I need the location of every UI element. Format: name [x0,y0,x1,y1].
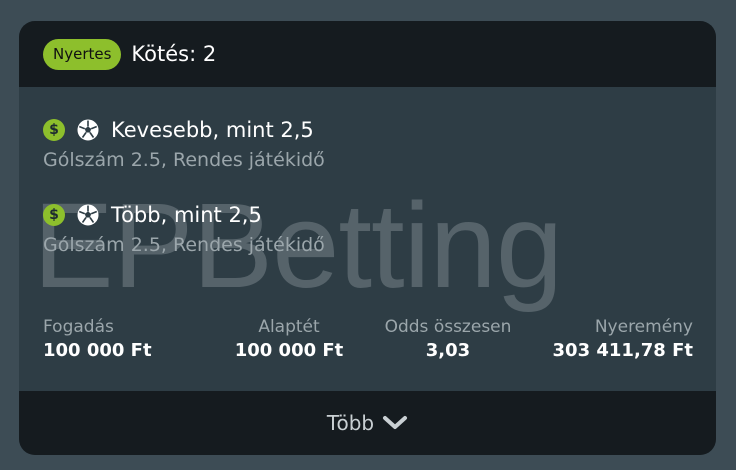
status-badge: Nyertes [43,38,122,70]
stake-column: Fogadás 100 000 Ft [43,316,152,364]
more-label: Több [326,411,375,435]
stake-value: 100 000 Ft [43,340,152,361]
total-odds-column: Odds összesen 3,03 [373,316,523,364]
selection-item: $ Több, mint 2,5 Gólszám 2.5, Rendes ját… [43,202,325,256]
card-header: Nyertes Kötés: 2 [19,21,716,87]
bet-count-title: Kötés: 2 [131,42,217,66]
selection-subtitle: Gólszám 2.5, Rendes játékidő [43,234,325,256]
winnings-value: 303 411,78 Ft [552,340,693,361]
bet-card: Nyertes Kötés: 2 EPBetting $ Kevesebb, m… [19,21,716,455]
base-stake-label: Alaptét [258,317,320,337]
winnings-column: Nyeremény 303 411,78 Ft [553,316,693,364]
selection-item: $ Kevesebb, mint 2,5 Gólszám 2.5, Rendes… [43,117,325,171]
winnings-label: Nyeremény [594,317,693,337]
dollar-icon: $ [43,119,65,141]
base-stake-column: Alaptét 100 000 Ft [229,316,349,364]
bet-content: EPBetting $ Kevesebb, mint 2,5 Gólszám 2… [19,87,716,391]
selection-title: Több, mint 2,5 [111,203,262,227]
bet-summary: Fogadás 100 000 Ft Alaptét 100 000 Ft Od… [43,316,693,376]
dollar-icon: $ [43,204,65,226]
selection-title: Kevesebb, mint 2,5 [111,118,314,142]
more-button[interactable]: Több [19,391,716,455]
total-odds-label: Odds összesen [384,317,512,337]
soccer-ball-icon [77,204,99,226]
chevron-down-icon [382,414,408,432]
soccer-ball-icon [77,119,99,141]
total-odds-value: 3,03 [425,340,471,361]
stake-label: Fogadás [43,317,114,337]
selection-subtitle: Gólszám 2.5, Rendes játékidő [43,149,325,171]
base-stake-value: 100 000 Ft [234,340,344,361]
